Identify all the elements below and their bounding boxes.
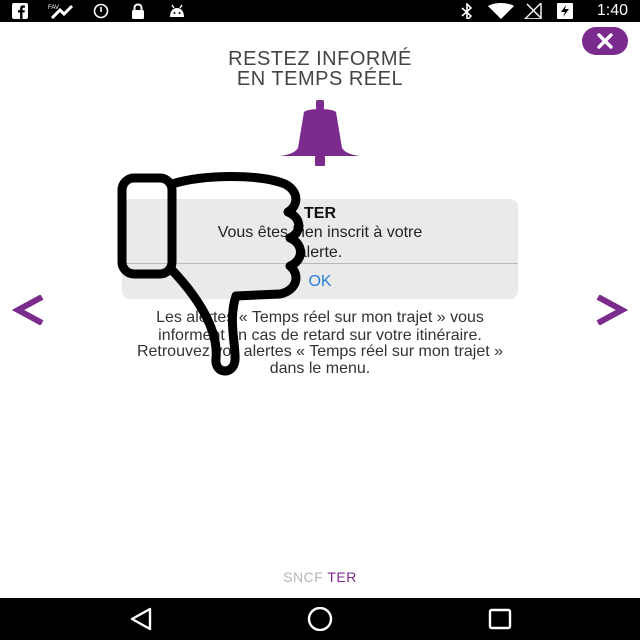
bluetooth-icon [461,3,473,19]
bell-icon [280,100,360,166]
navigation-bar [0,598,640,640]
status-bar: FAV 1:40 [0,0,640,22]
home-icon[interactable] [306,607,334,631]
svg-text:FAV: FAV [48,5,59,11]
brand-ter: TER [327,569,357,585]
facebook-icon [12,3,28,19]
recent-apps-icon[interactable] [487,607,513,631]
lock-icon [132,3,144,19]
alarm-icon [93,3,109,19]
android-icon [170,4,184,17]
thumbs-down-icon [117,172,305,376]
brand-sncf: SNCF [283,569,324,585]
fitness-icon: FAV [48,4,74,19]
signal-icon [524,3,542,19]
page-title-line2: EN TEMPS RÉEL [236,68,404,90]
wifi-icon [488,3,514,19]
clock: 1:40 [596,2,628,19]
battery-icon [557,3,573,19]
brand-logo: SNCF TER [0,569,640,585]
back-icon[interactable] [128,607,154,631]
